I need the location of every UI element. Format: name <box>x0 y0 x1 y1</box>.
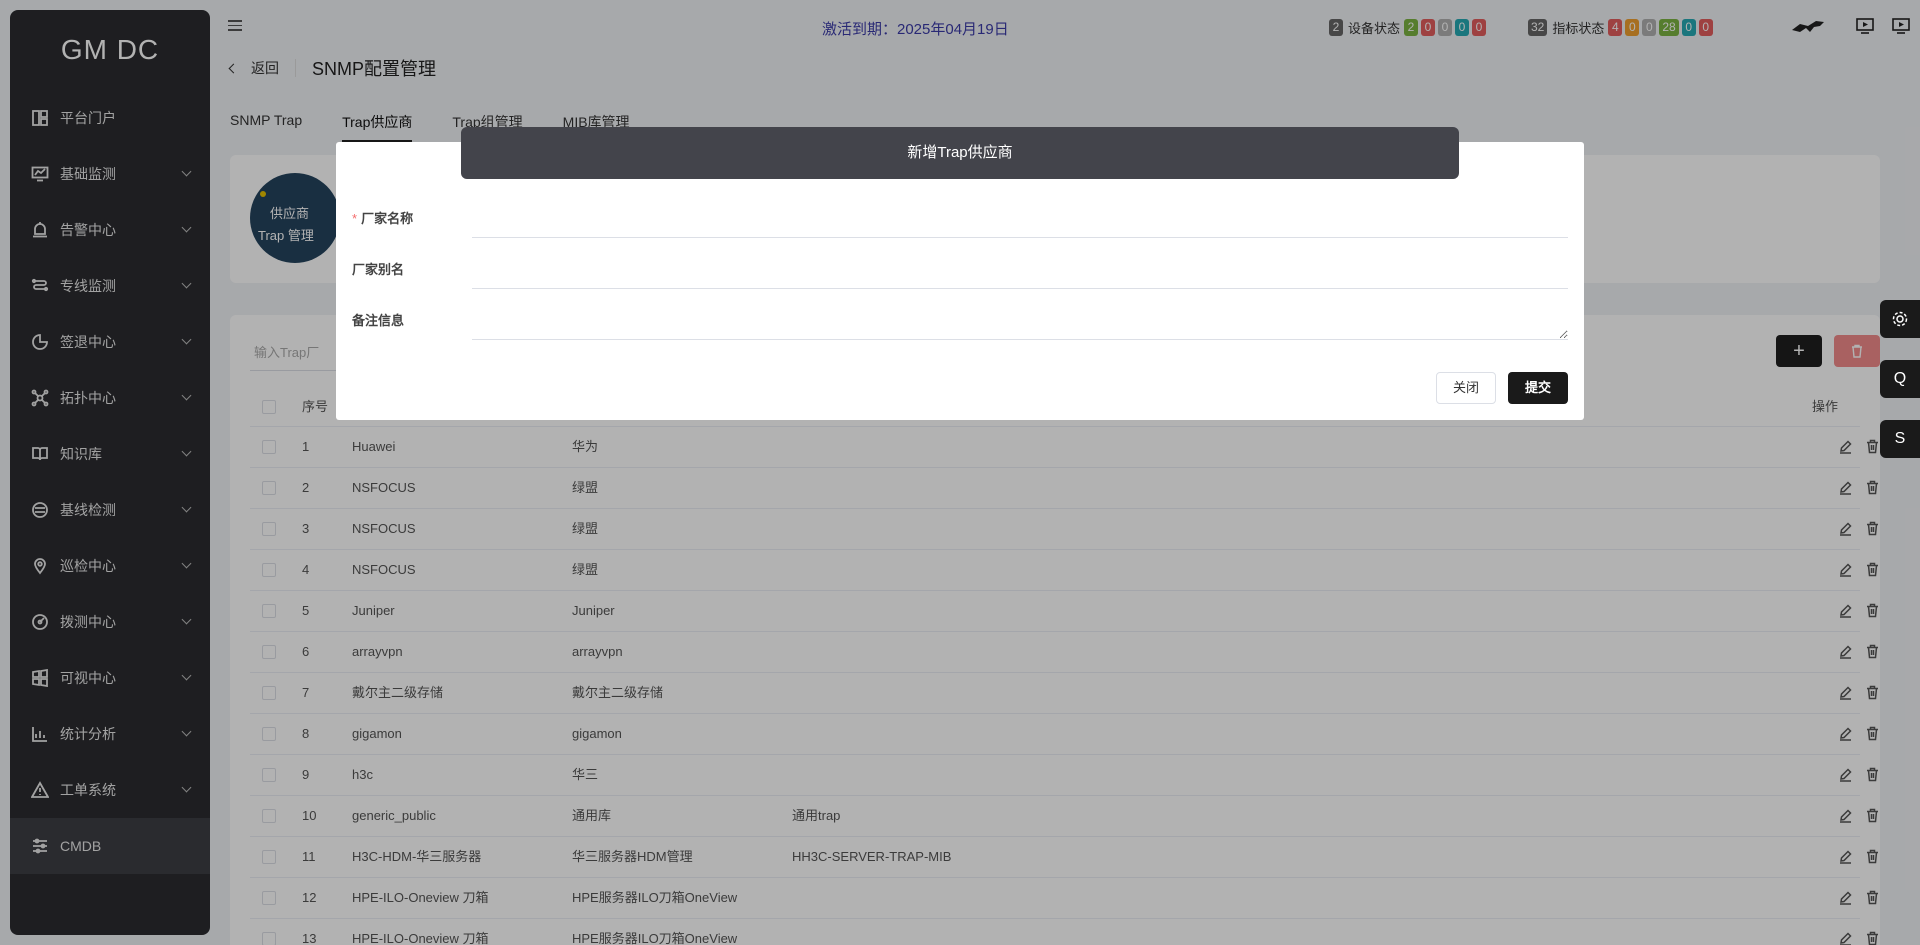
q-float-button[interactable]: Q <box>1880 360 1920 398</box>
submit-button[interactable]: 提交 <box>1508 372 1568 404</box>
gear-icon <box>1892 311 1908 327</box>
close-button[interactable]: 关闭 <box>1436 372 1496 404</box>
vendor-name-input[interactable] <box>472 194 1568 238</box>
field-vendor-name: * 厂家名称 <box>352 194 1568 238</box>
field-vendor-alias-label: 厂家别名 <box>352 262 405 277</box>
field-vendor-name-label: * 厂家名称 <box>352 208 413 227</box>
field-vendor-name-text: 厂家名称 <box>361 211 414 226</box>
field-remark-label: 备注信息 <box>352 313 405 328</box>
remark-textarea[interactable] <box>472 296 1568 340</box>
settings-float-button[interactable] <box>1880 300 1920 338</box>
dialog-title: 新增Trap供应商 <box>461 127 1459 179</box>
field-vendor-alias: 厂家别名 <box>352 245 1568 289</box>
s-float-button[interactable]: S <box>1880 420 1920 458</box>
required-mark: * <box>352 211 358 226</box>
add-vendor-dialog: 新增Trap供应商 * 厂家名称 厂家别名 备注信息 关闭 提交 <box>336 127 1584 420</box>
field-remark: 备注信息 <box>352 296 1568 340</box>
vendor-alias-input[interactable] <box>472 245 1568 289</box>
